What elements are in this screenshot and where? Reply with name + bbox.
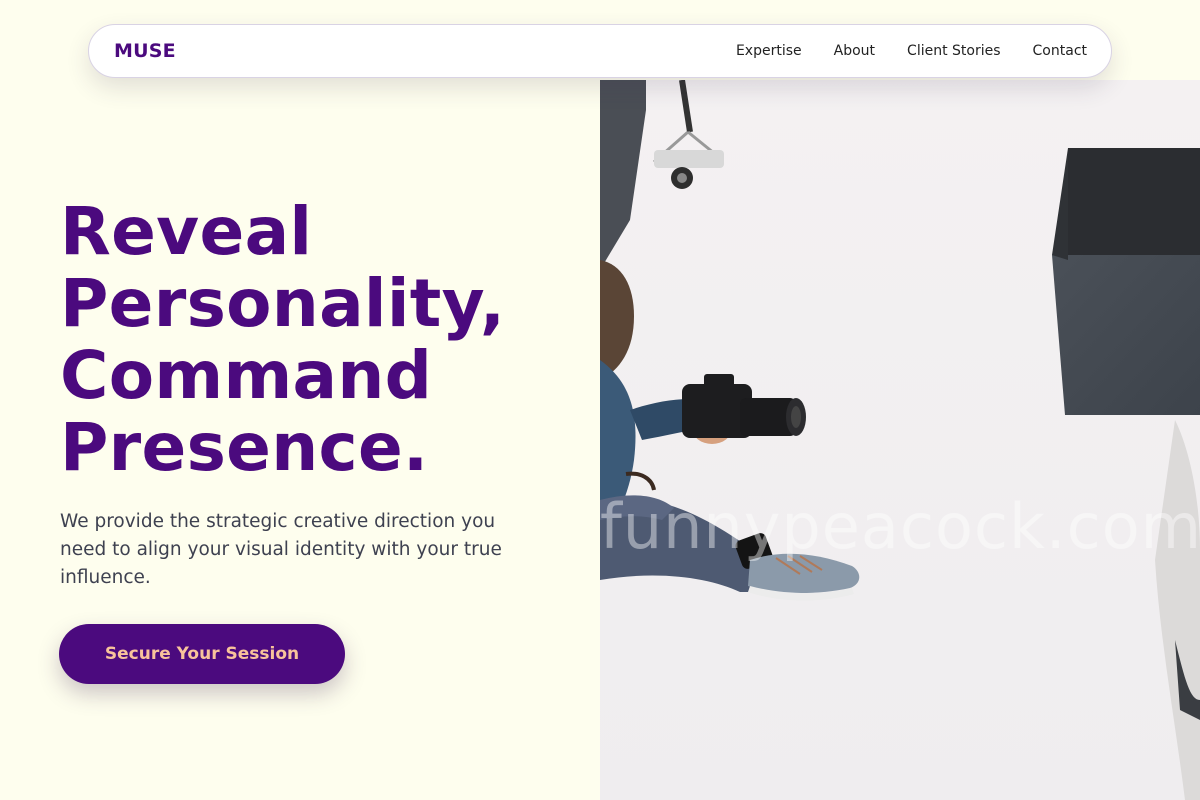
hero-title-line: Presence. <box>60 409 429 486</box>
nav-link-about[interactable]: About <box>834 43 875 59</box>
hero-image: funnypeacock.com <box>600 80 1200 800</box>
brand-logo[interactable]: MUSE <box>114 40 176 62</box>
hero-title: Reveal Personality, Command Presence. <box>60 196 590 484</box>
hero-title-line: Command <box>60 337 433 414</box>
nav-link-client-stories[interactable]: Client Stories <box>907 43 1000 59</box>
hero-subtitle: We provide the strategic creative direct… <box>60 511 502 588</box>
top-nav: MUSE Expertise About Client Stories Cont… <box>88 24 1112 78</box>
hero-title-line: Reveal <box>60 193 313 270</box>
photographer-illustration <box>600 80 1200 800</box>
secure-session-button[interactable]: Secure Your Session <box>59 624 345 684</box>
nav-link-contact[interactable]: Contact <box>1033 43 1087 59</box>
nav-link-expertise[interactable]: Expertise <box>736 43 802 59</box>
hero-title-line: Personality, <box>60 265 506 342</box>
nav-links: Expertise About Client Stories Contact <box>704 43 1087 59</box>
